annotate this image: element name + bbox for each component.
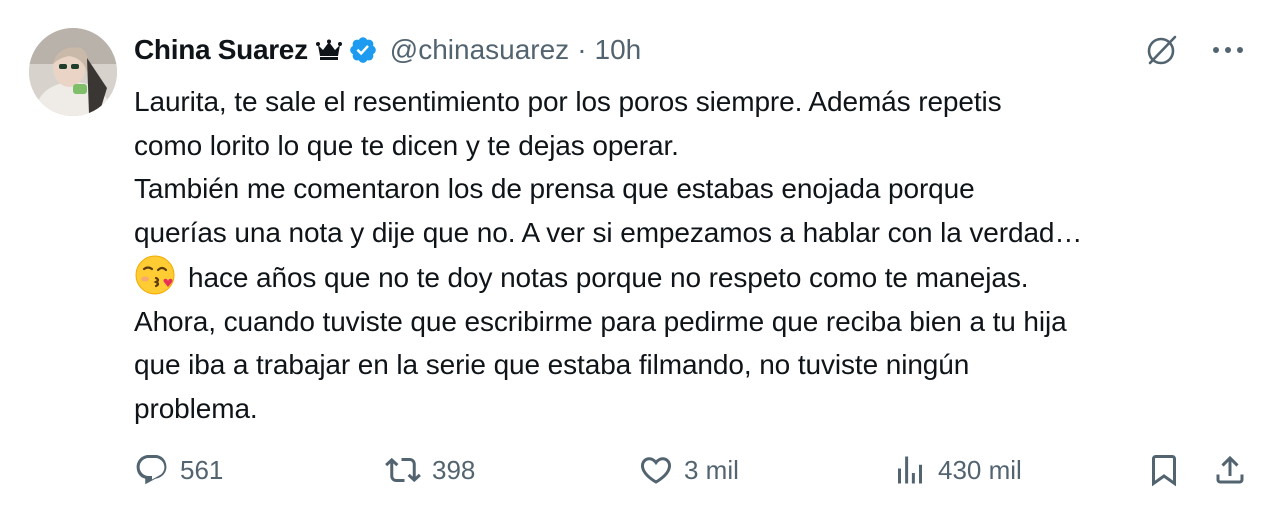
- grok-icon[interactable]: [1142, 30, 1182, 70]
- tweet-line-with-emoji: hace años que no te doy notas porque no …: [134, 254, 1254, 300]
- crown-icon: [315, 39, 342, 61]
- tweet-card[interactable]: China Suarez @chinasuarez · 10h Laurita,…: [0, 0, 1280, 511]
- verified-badge-icon[interactable]: [348, 35, 378, 65]
- repost-count: 398: [432, 454, 476, 485]
- bookmark-button[interactable]: [1146, 447, 1182, 493]
- tweet-line: También me comentaron los de prensa que …: [134, 173, 975, 204]
- bookmark-icon: [1146, 452, 1182, 488]
- top-actions: [1142, 30, 1248, 70]
- face-blowing-kiss-icon: [134, 254, 176, 296]
- tweet-line: como lorito lo que te dicen y te dejas o…: [134, 129, 679, 161]
- tweet-line: que iba a trabajar en la serie que estab…: [134, 349, 970, 380]
- more-icon[interactable]: [1208, 30, 1248, 70]
- tweet-line: Ahora, cuando tuviste que escribirme par…: [134, 305, 1067, 337]
- tweet-line: Laurita, te sale el resentimiento por lo…: [134, 86, 1002, 117]
- avatar[interactable]: [29, 28, 117, 116]
- display-name[interactable]: China Suarez: [134, 34, 308, 66]
- handle[interactable]: @chinasuarez: [390, 34, 569, 66]
- views-button[interactable]: 430 mil: [892, 447, 1022, 493]
- like-button[interactable]: 3 mil: [638, 447, 739, 493]
- share-icon: [1212, 452, 1248, 488]
- views-count: 430 mil: [938, 454, 1022, 485]
- action-bar: 561 398 3 mil 430 mil: [0, 447, 1280, 493]
- reply-icon: [134, 452, 170, 488]
- reply-button[interactable]: 561: [134, 447, 223, 493]
- tweet-header: China Suarez @chinasuarez · 10h: [134, 30, 641, 70]
- heart-icon: [638, 452, 674, 488]
- repost-button[interactable]: 398: [384, 447, 475, 493]
- tweet-text: Laurita, te sale el resentimiento por lo…: [134, 80, 1254, 430]
- repost-icon: [384, 452, 422, 488]
- reply-count: 561: [180, 454, 224, 485]
- tweet-line: hace años que no te doy notas porque no …: [188, 262, 1029, 293]
- tweet-line: problema.: [134, 392, 258, 424]
- share-button[interactable]: [1212, 447, 1248, 493]
- tweet-line: querías una nota y dije que no. A ver si…: [134, 216, 1083, 248]
- timestamp[interactable]: 10h: [595, 34, 642, 66]
- separator-dot: ·: [577, 34, 587, 65]
- like-count: 3 mil: [684, 454, 739, 485]
- views-icon: [892, 452, 928, 488]
